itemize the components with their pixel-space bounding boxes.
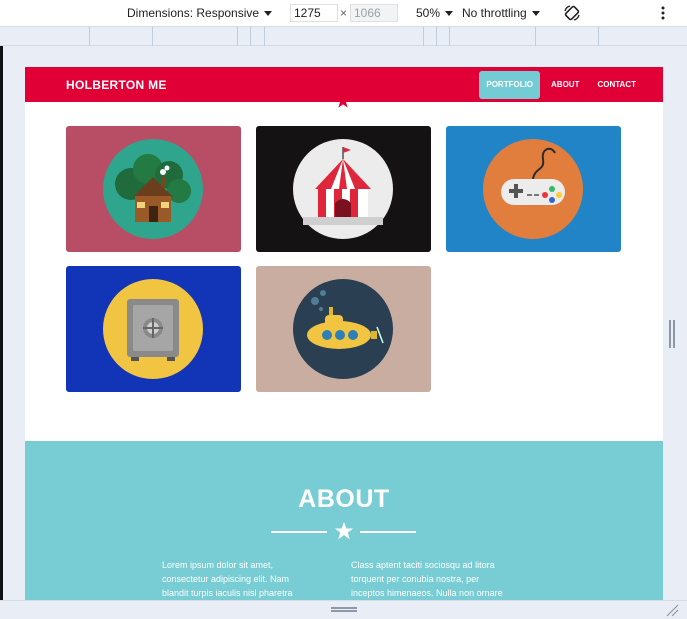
dimensions-dropdown[interactable]: Dimensions: Responsive [127, 6, 273, 20]
nav-contact[interactable]: CONTACT [590, 71, 643, 99]
throttle-label: No throttling [462, 6, 527, 20]
divider-line-left [271, 531, 327, 533]
rotate-button[interactable] [563, 4, 581, 22]
safe-icon [103, 279, 203, 379]
portfolio-item-safe[interactable] [66, 266, 241, 392]
chevron-down-icon [445, 10, 454, 16]
width-input[interactable]: 1275 [290, 4, 338, 22]
times-sign: × [340, 6, 348, 20]
left-edge [0, 46, 3, 600]
site-brand[interactable]: HOLBERTON ME [66, 78, 167, 92]
about-title: ABOUT [298, 485, 390, 513]
height-input[interactable]: 1066 [350, 4, 398, 22]
resize-corner-icon[interactable] [665, 603, 679, 617]
portfolio-item-cabin[interactable] [66, 126, 241, 252]
nav-portfolio[interactable]: PORTFOLIO [479, 71, 541, 99]
throttle-dropdown[interactable]: No throttling [462, 6, 540, 20]
zoom-dropdown[interactable]: 50% [416, 6, 454, 20]
divider-line-right [360, 531, 416, 533]
portfolio-item-game-controller[interactable] [446, 126, 621, 252]
game-controller-icon [483, 139, 583, 239]
dimensions-label: Dimensions: Responsive [127, 6, 260, 20]
submarine-icon [293, 279, 393, 379]
nav-about[interactable]: ABOUT [544, 71, 586, 99]
cabin-icon [103, 139, 203, 239]
portfolio-item-submarine[interactable] [256, 266, 431, 392]
device-toolbar: Dimensions: Responsive 1275 × 1066 50% N… [0, 0, 687, 27]
circus-tent-icon [293, 139, 393, 239]
viewport-resize-handle-bottom[interactable] [331, 607, 357, 612]
about-text-left: Lorem ipsum dolor sit amet, consectetur … [162, 560, 293, 598]
media-query-bar[interactable] [0, 27, 687, 46]
about-text-right: Class aptent taciti sociosqu ad litora t… [351, 560, 503, 598]
about-section: ABOUT Lorem ipsum dolor sit amet, consec… [25, 441, 663, 600]
more-button[interactable] [660, 5, 666, 21]
zoom-label: 50% [416, 6, 441, 20]
portfolio-item-circus-tent[interactable] [256, 126, 431, 252]
nav-links: PORTFOLIO ABOUT CONTACT [479, 71, 643, 99]
more-vertical-icon [661, 6, 665, 20]
chevron-down-icon [531, 10, 540, 16]
page-viewport: HOLBERTON ME PORTFOLIO ABOUT CONTACT ABO… [25, 67, 663, 600]
chevron-down-icon [264, 10, 273, 16]
rotate-icon [564, 5, 580, 21]
viewport-resize-handle-right[interactable] [669, 320, 675, 348]
star-icon [335, 93, 351, 108]
star-icon [334, 521, 354, 540]
